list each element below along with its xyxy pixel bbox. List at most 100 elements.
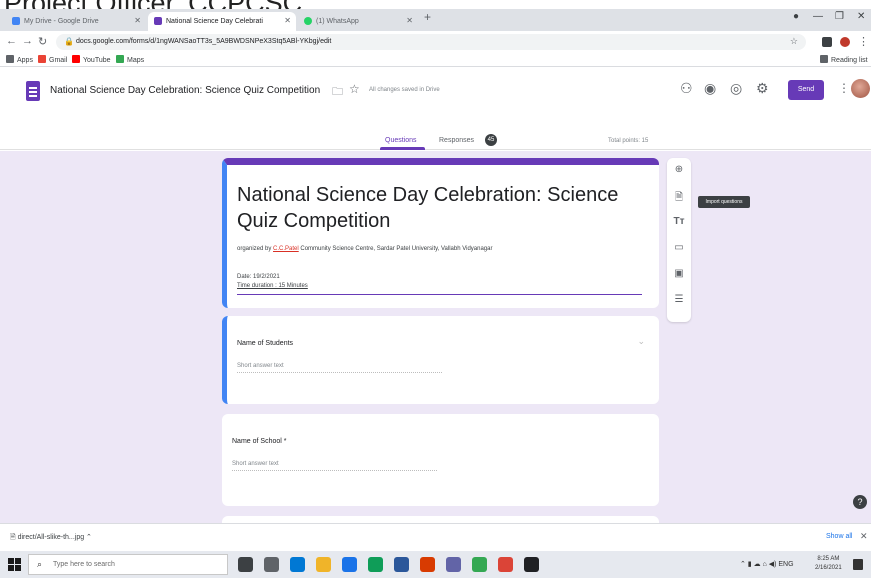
browser-menu-icon[interactable]: ⋮: [858, 35, 869, 48]
folder-app-icon[interactable]: [316, 557, 331, 572]
windows-start-icon[interactable]: [8, 558, 21, 571]
saved-status: All changes saved in Drive: [369, 87, 440, 93]
description-underline: [237, 294, 642, 295]
forms-logo-icon[interactable]: [26, 81, 40, 101]
minimize-icon[interactable]: —: [813, 11, 823, 22]
back-icon[interactable]: ←: [6, 35, 17, 47]
notification-center-icon[interactable]: [853, 559, 863, 570]
address-bar[interactable]: 🔒 docs.google.com/forms/d/1ngWANSaoTT3s_…: [56, 34, 806, 50]
taskbar-search-input[interactable]: ⌕ Type here to search: [28, 554, 228, 575]
powerpoint-icon[interactable]: [420, 557, 435, 572]
form-duration: Time duration : 15 Minutes: [237, 283, 308, 289]
drive-favicon-icon: [12, 17, 20, 25]
chrome-icon[interactable]: [498, 557, 513, 572]
bookmark-star-icon[interactable]: ☆: [790, 36, 798, 47]
profile-dot-icon[interactable]: ●: [793, 11, 799, 22]
bookmark-youtube[interactable]: YouTube: [72, 55, 111, 64]
active-tab-indicator: [380, 147, 425, 150]
maps-icon: [116, 55, 124, 63]
close-tab-icon[interactable]: ✕: [406, 16, 413, 25]
gmail-icon: [38, 55, 46, 63]
app-icon[interactable]: [368, 557, 383, 572]
send-button[interactable]: Send: [788, 80, 824, 100]
preview-icon[interactable]: ◉: [704, 80, 716, 97]
extension-icon[interactable]: [822, 37, 832, 47]
add-section-icon[interactable]: ☰: [672, 294, 686, 305]
close-download-bar-icon[interactable]: ✕: [860, 531, 868, 542]
question-label[interactable]: Name of Students: [237, 340, 293, 347]
apps-grid-icon: [6, 55, 14, 63]
question-card[interactable]: Name of School * Short answer text: [222, 414, 659, 506]
folder-icon[interactable]: 🗀: [332, 83, 343, 102]
form-title-card[interactable]: National Science Day Celebration: Scienc…: [222, 158, 659, 308]
avatar[interactable]: [851, 79, 870, 98]
bookmark-gmail[interactable]: Gmail: [38, 55, 67, 64]
customize-theme-icon[interactable]: ⚇: [680, 80, 693, 97]
whatsapp-favicon-icon: [304, 17, 312, 25]
browser-tab-drive[interactable]: My Drive - Google Drive ✕: [6, 12, 146, 31]
store-icon[interactable]: [342, 557, 357, 572]
edge-icon[interactable]: [290, 557, 305, 572]
close-tab-icon[interactable]: ✕: [284, 16, 291, 25]
profile-avatar-icon[interactable]: [840, 37, 850, 47]
bookmark-apps[interactable]: Apps: [6, 55, 33, 64]
add-question-icon[interactable]: ⊕: [672, 164, 686, 175]
forms-favicon-icon: [154, 17, 162, 25]
forward-icon[interactable]: →: [22, 35, 33, 47]
chevron-down-icon[interactable]: ⌄: [637, 336, 645, 347]
more-options-icon[interactable]: ⋮: [838, 81, 850, 95]
short-answer-field: Short answer text: [237, 363, 442, 373]
add-video-icon[interactable]: ▣: [672, 268, 686, 279]
lock-icon: 🔒: [64, 37, 74, 46]
browser-tab-forms[interactable]: National Science Day Celebrati ✕: [148, 12, 296, 31]
help-icon[interactable]: ?: [853, 495, 867, 509]
description-link: C.C.Patel: [273, 246, 299, 252]
reload-icon[interactable]: ↻: [38, 35, 47, 48]
taskbar-clock[interactable]: 8:25 AM 2/16/2021: [815, 555, 842, 573]
reading-list-icon: [820, 55, 828, 63]
close-tab-icon[interactable]: ✕: [134, 16, 141, 25]
tab-label: (1) WhatsApp: [316, 18, 359, 25]
import-questions-icon[interactable]: 🗎: [672, 190, 686, 207]
maximize-icon[interactable]: ❐: [835, 11, 844, 22]
bookmarks-bar: Apps Gmail YouTube Maps Reading list: [0, 53, 871, 67]
file-explorer-icon[interactable]: [264, 557, 279, 572]
form-title[interactable]: National Science Day Celebration: Scienc…: [237, 182, 647, 234]
form-description[interactable]: organized by C.C.Patel Community Science…: [237, 246, 492, 252]
short-answer-field: Short answer text: [232, 461, 437, 471]
screen: Project Officer, CCPCSC My Drive - Googl…: [0, 0, 871, 578]
word-icon[interactable]: [394, 557, 409, 572]
question-card[interactable]: Name of Students ⌄ Short answer text: [222, 316, 659, 404]
doc-title[interactable]: National Science Day Celebration: Scienc…: [50, 85, 320, 96]
download-item[interactable]: 🗎 direct/All-slike-th...jpg ⌃: [10, 533, 92, 544]
bookmark-maps[interactable]: Maps: [116, 55, 144, 64]
star-icon[interactable]: ☆: [349, 82, 360, 96]
question-label[interactable]: Name of School *: [232, 438, 286, 445]
terminal-icon[interactable]: [524, 557, 539, 572]
eye-icon[interactable]: ◎: [730, 80, 742, 97]
tab-questions[interactable]: Questions: [385, 137, 417, 144]
close-window-icon[interactable]: ✕: [857, 11, 865, 22]
taskbar: ⌕ Type here to search ⌃ ▮ ☁ ⌂ ◀) ENG 8:2…: [0, 551, 871, 578]
browser-tab-whatsapp[interactable]: (1) WhatsApp ✕: [298, 12, 418, 31]
forms-header: National Science Day Celebration: Scienc…: [0, 68, 871, 150]
youtube-icon: [72, 55, 80, 63]
add-title-icon[interactable]: Tт: [672, 216, 686, 227]
system-tray-icons[interactable]: ⌃ ▮ ☁ ⌂ ◀) ENG: [740, 560, 794, 568]
photos-icon[interactable]: [472, 557, 487, 572]
browser-tabstrip: My Drive - Google Drive ✕ National Scien…: [0, 9, 871, 31]
show-all-downloads[interactable]: Show all: [826, 533, 852, 540]
task-view-icon[interactable]: [238, 557, 253, 572]
tab-label: National Science Day Celebrati: [166, 18, 263, 25]
reading-list[interactable]: Reading list: [820, 55, 868, 64]
download-bar: 🗎 direct/All-slike-th...jpg ⌃ Show all ✕: [0, 523, 871, 551]
teams-icon[interactable]: [446, 557, 461, 572]
form-date: Date: 19/2/2021: [237, 274, 280, 280]
responses-count-badge: 45: [485, 134, 497, 146]
new-tab-icon[interactable]: +: [424, 10, 431, 24]
add-image-icon[interactable]: ▭: [672, 242, 686, 253]
question-card-partial[interactable]: [222, 516, 659, 523]
tab-responses[interactable]: Responses: [439, 137, 474, 144]
settings-gear-icon[interactable]: ⚙: [756, 80, 769, 97]
search-icon: ⌕: [37, 559, 43, 569]
